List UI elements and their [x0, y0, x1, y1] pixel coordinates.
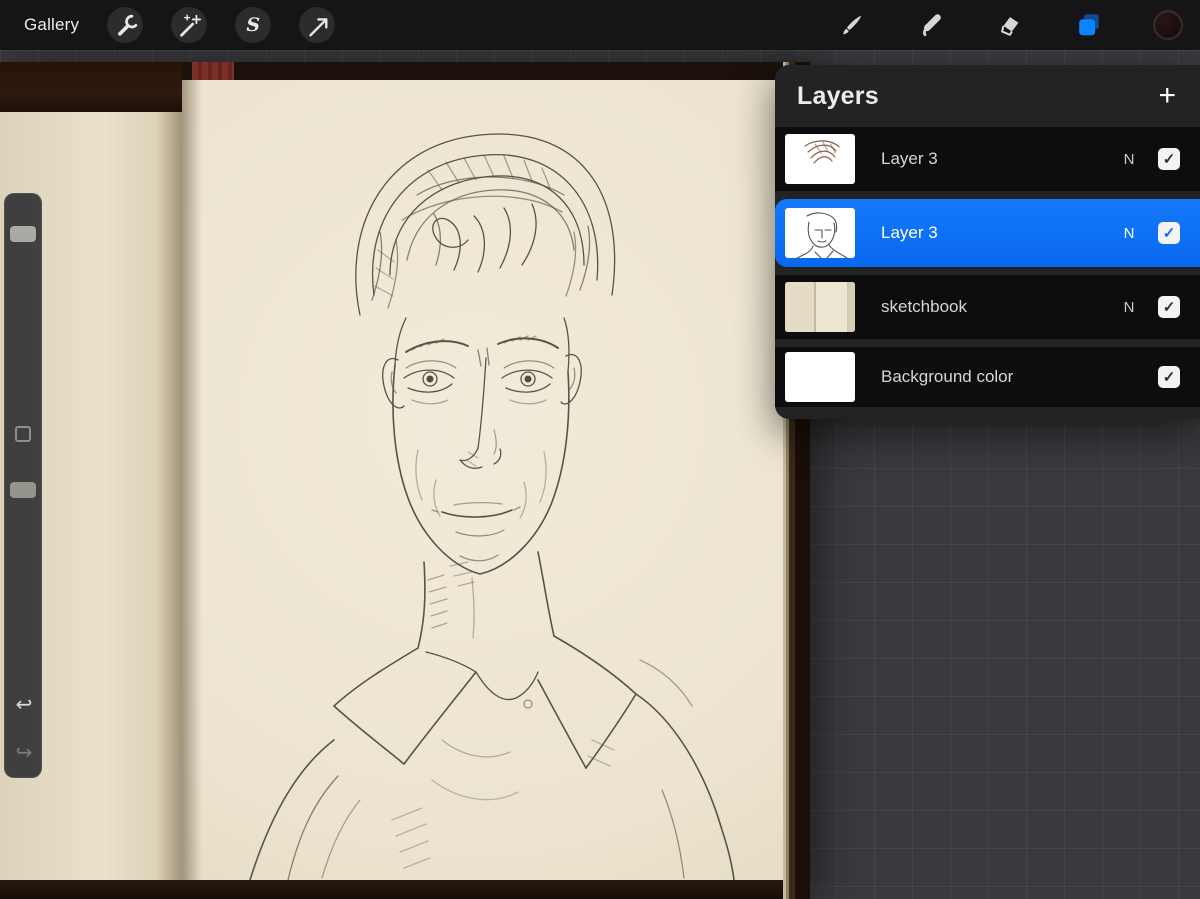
blend-mode-badge[interactable]: N	[1116, 151, 1142, 168]
check-icon: ✓	[1162, 299, 1176, 316]
actions-wrench-button[interactable]	[107, 7, 144, 43]
visibility-checkbox[interactable]: ✓	[1158, 222, 1180, 244]
check-icon: ✓	[1162, 369, 1176, 386]
layer-thumbnail	[785, 352, 855, 402]
smudge-tool-button[interactable]	[915, 9, 947, 41]
artwork-canvas[interactable]	[0, 62, 810, 899]
selection-icon: S	[246, 13, 261, 36]
layer-name: Background color	[881, 367, 1014, 386]
layers-panel-title: Layers	[797, 81, 879, 110]
gallery-button[interactable]: Gallery	[24, 15, 79, 35]
pencil-portrait-sketch	[249, 133, 735, 880]
layer-thumbnail	[785, 134, 855, 184]
brush-size-slider[interactable]	[10, 226, 36, 242]
face-sketch-thumbnail	[796, 212, 848, 258]
sketchbook-right-page	[182, 80, 783, 880]
blend-mode-badge[interactable]: N	[1116, 225, 1142, 242]
check-icon: ✓	[1162, 151, 1176, 168]
layers-panel-button[interactable]	[1073, 9, 1105, 41]
brush-tool-button[interactable]	[836, 9, 868, 41]
page-gutter-shadow	[156, 112, 182, 880]
layer-row-selected[interactable]: Layer 3 N ✓	[775, 199, 1200, 267]
toolbar-left-group: Gallery S	[0, 7, 336, 43]
adjustments-button[interactable]	[171, 7, 208, 43]
layer-name: Layer 3	[881, 149, 938, 168]
transform-button[interactable]	[299, 7, 336, 43]
layers-icon	[1079, 14, 1099, 36]
layers-panel-header: Layers +	[775, 65, 1200, 127]
layer-thumbnail	[785, 282, 855, 332]
visibility-checkbox[interactable]: ✓	[1158, 366, 1180, 388]
layer-row[interactable]: sketchbook N ✓	[775, 275, 1200, 339]
active-color-swatch	[1153, 10, 1183, 40]
color-picker-button[interactable]	[1152, 9, 1184, 41]
visibility-checkbox[interactable]: ✓	[1158, 148, 1180, 170]
layer-thumbnail	[785, 208, 855, 258]
redo-icon: ↪	[15, 742, 33, 764]
hair-sketch-thumbnail	[804, 140, 840, 164]
layer-name: sketchbook	[881, 297, 967, 316]
book-cover-edge	[0, 62, 182, 112]
eraser-icon	[1001, 17, 1019, 36]
canvas-workspace[interactable]: ↩ ↪ Layers + Layer 3 N ✓ Layer 3 N ✓ ske…	[0, 50, 1200, 899]
toolbar-right-group	[836, 9, 1200, 41]
sketchbook-thumbnail	[785, 282, 855, 332]
opacity-slider[interactable]	[10, 482, 36, 498]
magic-wand-icon	[180, 14, 202, 37]
eraser-tool-button[interactable]	[994, 9, 1026, 41]
layer-name: Layer 3	[881, 223, 938, 242]
wrench-icon	[118, 14, 138, 36]
undo-button[interactable]: ↩	[5, 692, 43, 717]
blend-mode-badge[interactable]: N	[1116, 299, 1142, 316]
top-toolbar: Gallery S	[0, 0, 1200, 50]
smudge-icon	[923, 14, 941, 37]
book-ribbon	[192, 62, 234, 81]
transform-arrow-icon	[309, 18, 328, 37]
redo-button[interactable]: ↪	[5, 740, 43, 765]
background-color-row[interactable]: Background color ✓	[775, 347, 1200, 407]
layers-panel: Layers + Layer 3 N ✓ Layer 3 N ✓ sketchb…	[775, 65, 1200, 419]
check-icon: ✓	[1162, 225, 1176, 242]
book-bottom-edge	[0, 880, 783, 899]
visibility-checkbox[interactable]: ✓	[1158, 296, 1180, 318]
add-layer-button[interactable]: +	[1158, 81, 1176, 111]
selection-button[interactable]: S	[235, 7, 272, 43]
undo-icon: ↩	[15, 694, 33, 716]
layer-row[interactable]: Layer 3 N ✓	[775, 127, 1200, 191]
brush-icon	[843, 15, 862, 35]
modify-button[interactable]	[15, 426, 31, 442]
app-window: Gallery S ↩ ↪ Layers + Layer 3 N ✓ Layer…	[0, 0, 1200, 899]
side-toolbar: ↩ ↪	[4, 193, 42, 778]
